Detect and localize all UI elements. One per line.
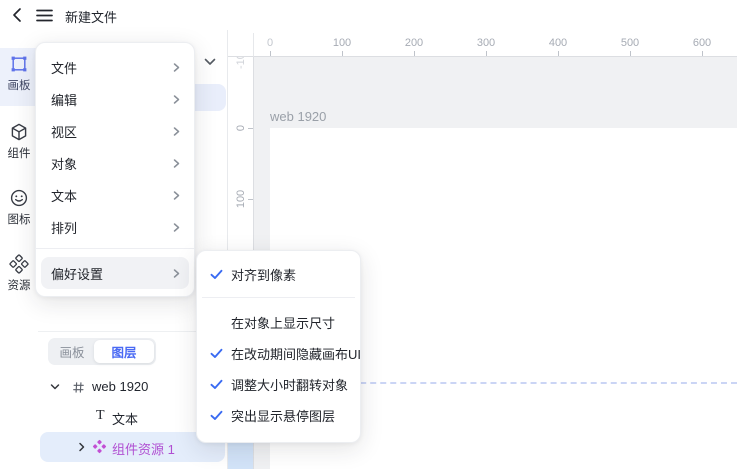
main-menu: 文件 编辑 视区 对象 文本 排列 偏好设置 (35, 42, 195, 297)
check-icon (210, 347, 224, 360)
horizontal-ruler: 0 100 200 300 400 500 600 (228, 33, 737, 57)
check-icon (210, 409, 224, 422)
diamonds-icon (9, 254, 29, 274)
chevron-right-icon (173, 190, 180, 200)
check-icon (210, 268, 224, 281)
menu-separator (36, 248, 194, 249)
submenu-item-hide-canvas-ui[interactable]: 在改动期间隐藏画布UI (202, 338, 361, 369)
file-title: 新建文件 (65, 10, 118, 25)
menu-item-object[interactable]: 对象 (41, 147, 189, 179)
main-menu-button[interactable] (34, 6, 54, 24)
hamburger-icon (35, 9, 53, 21)
submenu-item-snap-to-pixel[interactable]: 对齐到像素 (202, 259, 355, 290)
artboard-label[interactable]: web 1920 (270, 109, 326, 124)
menu-item-arrange[interactable]: 排列 (41, 211, 189, 243)
ruler-corner (228, 33, 254, 57)
frame-icon (72, 381, 85, 394)
chevron-right-icon (173, 158, 180, 168)
sidebar-item-components[interactable]: 组件 (0, 116, 38, 174)
text-layer-icon: T (96, 408, 105, 423)
chevron-down-icon (204, 58, 216, 65)
chevron-right-icon (173, 126, 180, 136)
section-collapse-button[interactable] (202, 54, 218, 70)
layer-label: 文本 (112, 412, 139, 427)
expand-chevron-down-icon[interactable] (50, 382, 60, 392)
tab-layers[interactable]: 图层 (94, 340, 154, 363)
menu-item-text[interactable]: 文本 (41, 179, 189, 211)
submenu-separator (202, 297, 355, 298)
preferences-submenu: 对齐到像素 在对象上显示尺寸 在改动期间隐藏画布UI 调整大小时翻转对象 突出显… (196, 250, 361, 443)
chevron-right-icon (173, 268, 180, 278)
panel-tabbar: 画板 图层 (48, 338, 156, 365)
sidebar-item-resources[interactable]: 资源 (0, 248, 38, 306)
chevron-right-icon (173, 62, 180, 72)
top-bar: 新建文件 (0, 0, 737, 30)
expand-chevron-right-icon[interactable] (77, 442, 87, 452)
component-icon (92, 439, 107, 454)
layer-label: 组件资源 1 (112, 442, 175, 457)
submenu-item-highlight-hover-layer[interactable]: 突出显示悬停图层 (202, 400, 355, 431)
menu-item-viewport[interactable]: 视区 (41, 115, 189, 147)
menu-item-file[interactable]: 文件 (41, 51, 189, 83)
layer-label: web 1920 (92, 379, 149, 394)
chevron-left-icon (12, 8, 21, 22)
submenu-item-flip-on-resize[interactable]: 调整大小时翻转对象 (202, 369, 355, 400)
chevron-right-icon (173, 94, 180, 104)
artboard-icon (11, 56, 27, 72)
check-icon (210, 378, 224, 391)
submenu-item-show-dimensions[interactable]: 在对象上显示尺寸 (202, 307, 355, 338)
sidebar-item-artboard[interactable]: 画板 (0, 48, 38, 106)
smiley-icon (10, 189, 28, 207)
tool-sidebar: 画板 组件 图标 资源 (0, 30, 38, 469)
cube-icon (11, 123, 27, 141)
sidebar-item-icons[interactable]: 图标 (0, 182, 38, 240)
chevron-right-icon (173, 222, 180, 232)
menu-item-edit[interactable]: 编辑 (41, 83, 189, 115)
menu-item-preferences[interactable]: 偏好设置 (41, 257, 189, 289)
back-button[interactable] (6, 6, 26, 24)
tab-artboard[interactable]: 画板 (50, 340, 94, 363)
